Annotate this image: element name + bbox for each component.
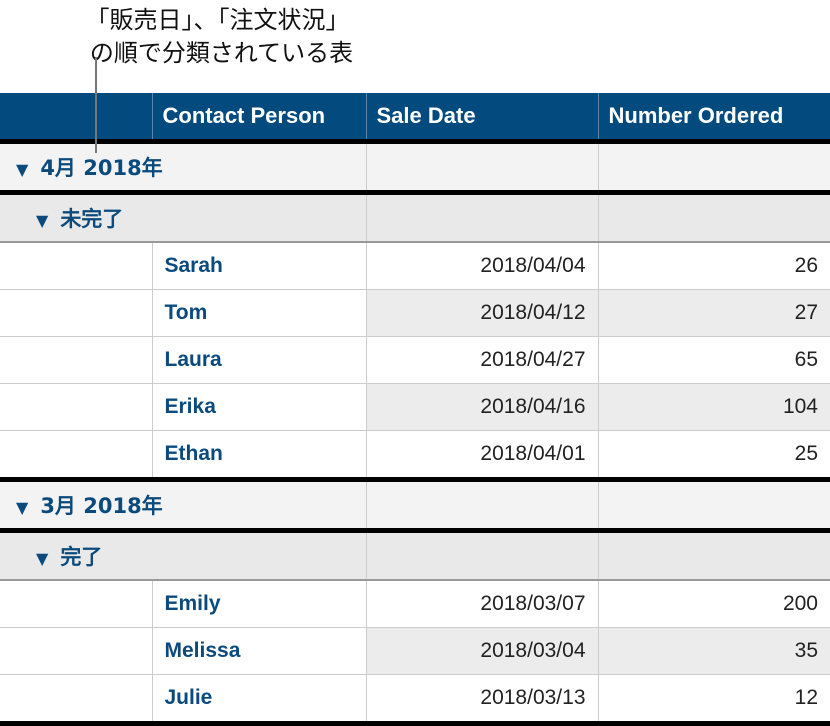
sale-date-cell[interactable]: 2018/04/04 xyxy=(365,242,598,290)
callout-leader-line xyxy=(95,57,97,153)
header-number-ordered[interactable]: Number Ordered xyxy=(597,93,830,144)
contact-person-cell[interactable]: Emily xyxy=(151,580,366,628)
contact-person-cell[interactable]: Ethan xyxy=(151,430,366,482)
number-ordered-cell[interactable]: 27 xyxy=(597,289,830,337)
subgroup-cell xyxy=(365,192,598,243)
sale-date-cell[interactable]: 2018/04/27 xyxy=(365,336,598,384)
number-ordered-cell[interactable]: 65 xyxy=(597,336,830,384)
sale-date-cell[interactable]: 2018/03/13 xyxy=(365,674,598,726)
header-category[interactable] xyxy=(0,93,152,144)
subgroup-label[interactable]: ▼ 未完了 xyxy=(0,192,366,243)
contact-person-cell[interactable]: Tom xyxy=(151,289,366,337)
group-cell xyxy=(597,141,830,195)
group-title: 4月 2018年 xyxy=(40,156,163,180)
number-ordered-cell[interactable]: 12 xyxy=(597,674,830,726)
group-cell xyxy=(597,479,830,533)
group-row-april-2018[interactable]: ▼ 4月 2018年 xyxy=(0,141,830,195)
callout-line-2: の順で分類されている表 xyxy=(89,39,354,67)
row-category-cell xyxy=(0,430,152,482)
disclosure-triangle-icon[interactable]: ▼ xyxy=(36,211,48,230)
number-ordered-cell[interactable]: 26 xyxy=(597,242,830,290)
row-category-cell xyxy=(0,242,152,290)
group-label[interactable]: ▼ 4月 2018年 xyxy=(0,141,366,195)
sales-table: Contact Person Sale Date Number Ordered … xyxy=(0,93,830,726)
group-title: 3月 2018年 xyxy=(40,494,163,518)
sale-date-cell[interactable]: 2018/04/01 xyxy=(365,430,598,482)
contact-person-cell[interactable]: Laura xyxy=(151,336,366,384)
sale-date-cell[interactable]: 2018/03/04 xyxy=(365,627,598,675)
table-row: Melissa 2018/03/04 35 xyxy=(0,627,830,675)
number-ordered-cell[interactable]: 25 xyxy=(597,430,830,482)
subgroup-label[interactable]: ▼ 完了 xyxy=(0,530,366,581)
subgroup-title: 未完了 xyxy=(60,207,124,231)
table-row: Ethan 2018/04/01 25 xyxy=(0,430,830,482)
subgroup-cell xyxy=(597,192,830,243)
sale-date-cell[interactable]: 2018/04/12 xyxy=(365,289,598,337)
group-cell xyxy=(365,141,598,195)
callout-line-1: 「販売日」、「注文状況」 xyxy=(85,6,350,34)
row-category-cell xyxy=(0,289,152,337)
table-row: Sarah 2018/04/04 26 xyxy=(0,242,830,290)
disclosure-triangle-icon[interactable]: ▼ xyxy=(16,498,28,517)
group-cell xyxy=(365,479,598,533)
subgroup-cell xyxy=(597,530,830,581)
row-category-cell xyxy=(0,580,152,628)
group-label[interactable]: ▼ 3月 2018年 xyxy=(0,479,366,533)
group-row-march-2018[interactable]: ▼ 3月 2018年 xyxy=(0,479,830,533)
contact-person-cell[interactable]: Sarah xyxy=(151,242,366,290)
number-ordered-cell[interactable]: 104 xyxy=(597,383,830,431)
sale-date-cell[interactable]: 2018/03/07 xyxy=(365,580,598,628)
contact-person-cell[interactable]: Julie xyxy=(151,674,366,726)
table-row: Julie 2018/03/13 12 xyxy=(0,674,830,726)
subgroup-cell xyxy=(365,530,598,581)
table-row: Laura 2018/04/27 65 xyxy=(0,336,830,384)
contact-person-cell[interactable]: Erika xyxy=(151,383,366,431)
subgroup-row-incomplete[interactable]: ▼ 未完了 xyxy=(0,192,830,243)
subgroup-row-complete[interactable]: ▼ 完了 xyxy=(0,530,830,581)
contact-person-cell[interactable]: Melissa xyxy=(151,627,366,675)
table-row: Erika 2018/04/16 104 xyxy=(0,383,830,431)
row-category-cell xyxy=(0,336,152,384)
header-contact-person[interactable]: Contact Person xyxy=(151,93,366,144)
table-row: Tom 2018/04/12 27 xyxy=(0,289,830,337)
row-category-cell xyxy=(0,383,152,431)
number-ordered-cell[interactable]: 200 xyxy=(597,580,830,628)
disclosure-triangle-icon[interactable]: ▼ xyxy=(16,160,28,179)
sale-date-cell[interactable]: 2018/04/16 xyxy=(365,383,598,431)
row-category-cell xyxy=(0,627,152,675)
disclosure-triangle-icon[interactable]: ▼ xyxy=(36,549,48,568)
subgroup-title: 完了 xyxy=(60,545,103,569)
header-sale-date[interactable]: Sale Date xyxy=(365,93,598,144)
header-row: Contact Person Sale Date Number Ordered xyxy=(0,93,830,144)
callout: 「販売日」、「注文状況」 の順で分類されている表 xyxy=(0,0,830,93)
table-row: Emily 2018/03/07 200 xyxy=(0,580,830,628)
row-category-cell xyxy=(0,674,152,726)
number-ordered-cell[interactable]: 35 xyxy=(597,627,830,675)
